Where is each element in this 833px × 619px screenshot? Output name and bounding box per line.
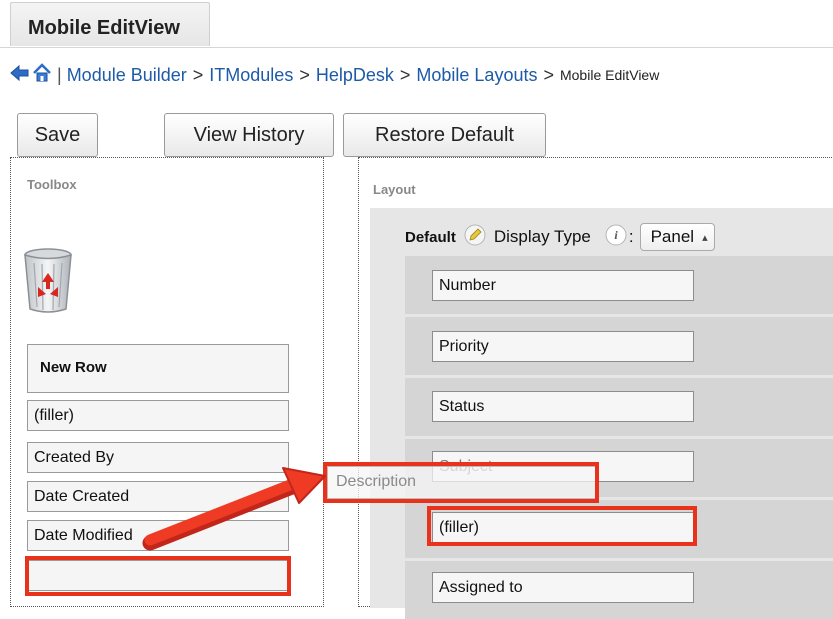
breadcrumb-arrow: > <box>399 64 411 85</box>
toolbox-title: Toolbox <box>27 177 77 192</box>
layout-field-assigned-to[interactable]: Assigned to <box>432 572 694 603</box>
restore-default-button[interactable]: Restore Default <box>343 113 546 157</box>
save-button[interactable]: Save <box>17 113 98 157</box>
home-icon[interactable] <box>32 62 52 88</box>
back-arrow-icon[interactable] <box>10 64 30 87</box>
toolbox-field-created-by[interactable]: Created By <box>27 442 289 473</box>
toolbox-field-date-created[interactable]: Date Created <box>27 481 289 512</box>
select-arrows-icon: ▴ <box>702 231 708 244</box>
layout-title: Layout <box>373 182 416 197</box>
breadcrumb-arrow: > <box>299 64 310 85</box>
display-type-label: Display Type <box>493 227 591 246</box>
breadcrumb-separator: | <box>57 64 62 85</box>
target-field-highlight <box>427 506 697 546</box>
breadcrumb-helpdesk[interactable]: HelpDesk <box>316 65 394 86</box>
breadcrumb-arrow: > <box>543 64 554 85</box>
breadcrumb-arrow: > <box>192 64 204 85</box>
layout-field-priority[interactable]: Priority <box>432 331 694 362</box>
toolbox-field-filler[interactable]: (filler) <box>27 400 289 431</box>
tab-mobile-editview[interactable]: Mobile EditView <box>10 2 210 46</box>
panel-header: Default Display Type i : Panel ▴ <box>405 221 715 253</box>
toolbox-field-date-modified[interactable]: Date Modified <box>27 520 289 551</box>
breadcrumb: | Module Builder > ITModules > HelpDesk … <box>10 62 659 88</box>
breadcrumb-current: Mobile EditView <box>559 67 660 83</box>
recycle-bin-icon[interactable] <box>22 247 74 320</box>
view-history-button[interactable]: View History <box>164 113 334 157</box>
edit-pencil-icon[interactable] <box>464 224 486 251</box>
info-icon[interactable]: i <box>605 224 627 251</box>
panel-name: Default <box>405 228 456 246</box>
breadcrumb-module-builder[interactable]: Module Builder <box>67 65 187 86</box>
layout-field-number[interactable]: Number <box>432 270 694 301</box>
dragged-field-highlight <box>323 462 599 503</box>
breadcrumb-mobile-layouts[interactable]: Mobile Layouts <box>416 65 537 86</box>
layout-field-status[interactable]: Status <box>432 391 694 422</box>
toolbox-slot-highlight <box>25 556 291 596</box>
new-row-item[interactable]: New Row <box>27 344 289 393</box>
display-type-select[interactable]: Panel ▴ <box>639 223 715 251</box>
display-type-separator: : <box>628 227 634 246</box>
display-type-value: Panel <box>650 227 695 246</box>
breadcrumb-itmodules[interactable]: ITModules <box>209 65 293 86</box>
tab-bar: Mobile EditView <box>0 0 833 48</box>
